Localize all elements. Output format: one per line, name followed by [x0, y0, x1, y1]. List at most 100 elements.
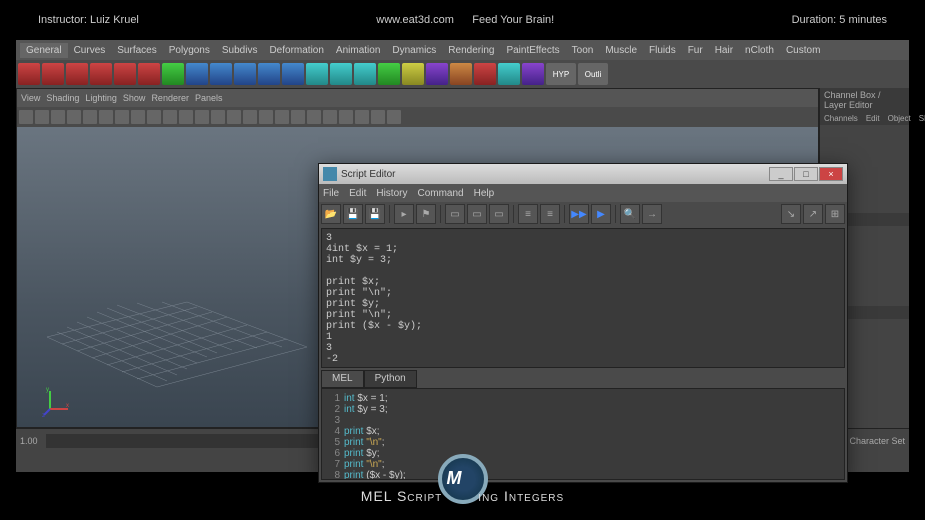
vp-icon-22[interactable]: [371, 110, 385, 124]
vp-icon-11[interactable]: [195, 110, 209, 124]
vp-icon-2[interactable]: [51, 110, 65, 124]
vp-icon-19[interactable]: [323, 110, 337, 124]
shelf-icon-13[interactable]: [330, 63, 352, 85]
cb-tab-channels[interactable]: Channels: [820, 112, 862, 125]
vp-menu-show[interactable]: Show: [123, 93, 146, 103]
source-button[interactable]: ▸: [394, 204, 414, 224]
shelf-icon-20[interactable]: [498, 63, 520, 85]
vp-icon-23[interactable]: [387, 110, 401, 124]
vp-icon-0[interactable]: [19, 110, 33, 124]
save-button[interactable]: 💾: [343, 204, 363, 224]
shelf-tab-fluids[interactable]: Fluids: [643, 43, 682, 58]
shelf-icon-17[interactable]: [426, 63, 448, 85]
script-editor-titlebar[interactable]: Script Editor _ □ ×: [319, 164, 847, 184]
clear-button[interactable]: ▭: [445, 204, 465, 224]
shelf-tab-fur[interactable]: Fur: [682, 43, 709, 58]
shelf-icon-16[interactable]: [402, 63, 424, 85]
shelf-tab-muscle[interactable]: Muscle: [599, 43, 643, 58]
echo-button[interactable]: ≡: [540, 204, 560, 224]
script-tab-python[interactable]: Python: [364, 370, 417, 388]
shelf-icon-9[interactable]: [234, 63, 256, 85]
clear-all-button[interactable]: ▭: [489, 204, 509, 224]
search-button[interactable]: 🔍: [620, 204, 640, 224]
shelf-tab-polygons[interactable]: Polygons: [163, 43, 216, 58]
se-menu-file[interactable]: File: [323, 188, 339, 199]
hypershade-button[interactable]: HYP: [546, 63, 576, 85]
maximize-button[interactable]: □: [794, 167, 818, 181]
vp-icon-12[interactable]: [211, 110, 225, 124]
vp-icon-9[interactable]: [163, 110, 177, 124]
shelf-tab-curves[interactable]: Curves: [68, 43, 112, 58]
shelf-icon-11[interactable]: [282, 63, 304, 85]
shelf-icon-14[interactable]: [354, 63, 376, 85]
execute-button[interactable]: ▶▶: [569, 204, 589, 224]
vp-icon-4[interactable]: [83, 110, 97, 124]
shelf-icon-4[interactable]: [114, 63, 136, 85]
shelf-icon-0[interactable]: [18, 63, 40, 85]
vp-icon-3[interactable]: [67, 110, 81, 124]
shelf-tab-animation[interactable]: Animation: [330, 43, 386, 58]
tool-2-button[interactable]: ↗: [803, 204, 823, 224]
shelf-tab-rendering[interactable]: Rendering: [442, 43, 500, 58]
shelf-tab-ncloth[interactable]: nCloth: [739, 43, 780, 58]
shelf-tab-custom[interactable]: Custom: [780, 43, 826, 58]
cb-tab-edit[interactable]: Edit: [862, 112, 884, 125]
vp-icon-10[interactable]: [179, 110, 193, 124]
se-menu-history[interactable]: History: [376, 188, 407, 199]
vp-menu-lighting[interactable]: Lighting: [85, 93, 117, 103]
se-menu-command[interactable]: Command: [417, 188, 463, 199]
vp-icon-7[interactable]: [131, 110, 145, 124]
vp-icon-21[interactable]: [355, 110, 369, 124]
tool-1-button[interactable]: ↘: [781, 204, 801, 224]
save-script-button[interactable]: 💾: [365, 204, 385, 224]
vp-menu-renderer[interactable]: Renderer: [151, 93, 189, 103]
vp-icon-15[interactable]: [259, 110, 273, 124]
shelf-icon-8[interactable]: [210, 63, 232, 85]
open-button[interactable]: 📂: [321, 204, 341, 224]
shelf-icon-1[interactable]: [42, 63, 64, 85]
vp-icon-1[interactable]: [35, 110, 49, 124]
vp-icon-16[interactable]: [275, 110, 289, 124]
vp-icon-5[interactable]: [99, 110, 113, 124]
shelf-icon-3[interactable]: [90, 63, 112, 85]
minimize-button[interactable]: _: [769, 167, 793, 181]
shelf-icon-5[interactable]: [138, 63, 160, 85]
shelf-icon-6[interactable]: [162, 63, 184, 85]
script-output[interactable]: 3 4int $x = 1; int $y = 3; print $x; pri…: [321, 228, 845, 368]
se-menu-edit[interactable]: Edit: [349, 188, 366, 199]
execute-all-button[interactable]: ▶: [591, 204, 611, 224]
flag-button[interactable]: ⚑: [416, 204, 436, 224]
shelf-tab-subdivs[interactable]: Subdivs: [216, 43, 264, 58]
shelf-icon-12[interactable]: [306, 63, 328, 85]
script-input[interactable]: 1int $x = 1;2int $y = 3;34print $x;5prin…: [321, 388, 845, 480]
shelf-icon-15[interactable]: [378, 63, 400, 85]
vp-icon-18[interactable]: [307, 110, 321, 124]
shelf-tab-hair[interactable]: Hair: [709, 43, 739, 58]
se-menu-help[interactable]: Help: [474, 188, 495, 199]
close-button[interactable]: ×: [819, 167, 843, 181]
shelf-icon-21[interactable]: [522, 63, 544, 85]
cb-tab-show[interactable]: Show: [915, 112, 925, 125]
shelf-tab-painteffects[interactable]: PaintEffects: [500, 43, 565, 58]
shelf-icon-2[interactable]: [66, 63, 88, 85]
vp-icon-6[interactable]: [115, 110, 129, 124]
vp-icon-14[interactable]: [243, 110, 257, 124]
shelf-tab-deformation[interactable]: Deformation: [263, 43, 329, 58]
goto-button[interactable]: →: [642, 204, 662, 224]
clear-input-button[interactable]: ▭: [467, 204, 487, 224]
outliner-button[interactable]: Outli: [578, 63, 608, 85]
vp-icon-17[interactable]: [291, 110, 305, 124]
shelf-icon-10[interactable]: [258, 63, 280, 85]
shelf-tab-toon[interactable]: Toon: [566, 43, 600, 58]
script-tab-mel[interactable]: MEL: [321, 370, 364, 388]
vp-icon-8[interactable]: [147, 110, 161, 124]
shelf-tab-general[interactable]: General: [20, 43, 68, 58]
vp-menu-view[interactable]: View: [21, 93, 40, 103]
shelf-tab-dynamics[interactable]: Dynamics: [386, 43, 442, 58]
shelf-tab-surfaces[interactable]: Surfaces: [111, 43, 162, 58]
vp-icon-13[interactable]: [227, 110, 241, 124]
cb-tab-object[interactable]: Object: [884, 112, 915, 125]
vp-menu-panels[interactable]: Panels: [195, 93, 223, 103]
vp-menu-shading[interactable]: Shading: [46, 93, 79, 103]
shelf-icon-19[interactable]: [474, 63, 496, 85]
